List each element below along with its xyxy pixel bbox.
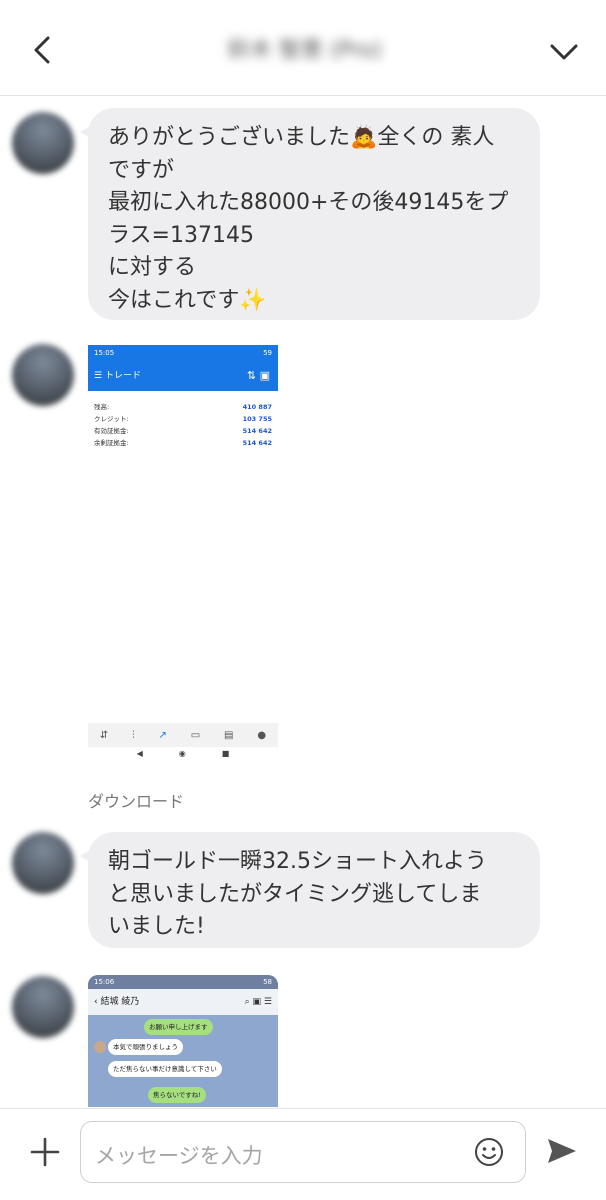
screenshot-tab-bar: ⇵ ⫶ ↗ ▭ ▤ ● [88,723,278,747]
send-icon [548,1139,576,1163]
bowing-emoji-icon: 🙇 [350,125,378,150]
message-text: ありがとうございました [108,125,351,150]
plus-button[interactable] [26,1133,64,1171]
chart-icon: ⫶ [132,729,135,741]
search-icon: ⌕ ▣ ☰ [244,997,272,1007]
status-battery: 59 [263,349,272,357]
summary-row: 余剰証拠金: 514 642 [94,437,272,449]
message-line: ラス=137145 [108,222,254,248]
message-text: 今はこれです [108,287,240,313]
screenshot-nav-bar: ◀ ◉ ■ [88,749,278,765]
message-line: いました! [108,914,205,939]
message-line: ですが [108,157,175,183]
status-time: 15:06 [94,978,115,986]
emoji-button[interactable] [473,1136,505,1168]
news-icon: ▤ [224,729,234,741]
screenshot-bubble: お願い申し上げます [144,1019,213,1035]
smile-icon [475,1138,503,1166]
download-link[interactable]: ダウンロード [88,788,184,812]
message-line: と思いましたがタイミング逃してしま [108,881,482,907]
summary-row: 残高: 410 887 [94,401,272,413]
message-composer: メッセージを入力 [0,1108,606,1200]
nav-home-icon: ◉ [178,749,186,758]
row-label: 余剰証拠金: [94,439,129,447]
message-line: に対する [108,255,197,280]
menu-button[interactable] [544,32,584,72]
message-line: 朝ゴールド一瞬32.5ショート入れよう [108,849,487,874]
bubble-tail [80,126,90,138]
history-icon: ▭ [190,729,201,741]
chat-icon: ● [257,729,267,741]
screenshot-app-bar: ☰ トレード ⇅ ▣ [88,361,278,391]
avatar[interactable] [12,344,74,406]
screenshot-title: トレード [104,371,141,381]
avatar[interactable] [12,976,74,1038]
avatar[interactable] [12,112,74,174]
back-button[interactable] [24,30,60,70]
row-value: 514 642 [242,427,272,435]
message-input-placeholder: メッセージを入力 [95,1144,263,1168]
nav-recent-icon: ■ [221,749,230,758]
row-value: 410 887 [242,403,272,411]
screenshot-status-bar: 15:05 59 [88,345,278,361]
screenshot-contact-name: 結城 綾乃 [100,997,140,1007]
status-battery: 58 [263,978,272,986]
avatar[interactable] [12,832,74,894]
sort-icon: ⇅ ▣ [246,369,270,382]
message-input[interactable]: メッセージを入力 [80,1121,526,1183]
message-text: 全くの 素人 [377,125,495,150]
chat-title: 鈴木 智恵 (Pro) [227,38,383,63]
message-line: ありがとうございました🙇全くの 素人 [108,122,518,155]
screenshot-status-bar: 15:06 58 [88,975,278,989]
chevron-left-icon [34,36,50,64]
trade-icon: ↗ [158,729,167,741]
summary-row: クレジット: 103 755 [94,413,272,425]
screenshot-bubble: ただ焦らない事だけ意識して下さい [108,1061,222,1077]
message-line: 最初に入れた88000+その後49145をプ [108,190,509,215]
screenshot-bubble: 本気で頑張りましょう [108,1039,183,1055]
image-message[interactable]: 15:06 58 ‹ 結城 綾乃 ⌕ ▣ ☰ お願い申し上げます 本気で頑張りま… [88,975,278,1107]
account-summary: 残高: 410 887 クレジット: 103 755 有効証拠金: 514 642 余… [88,391,278,449]
menu-icon: ☰ [94,371,105,381]
screenshot-chat-header: ‹ 結城 綾乃 ⌕ ▣ ☰ [88,989,278,1015]
chevron-down-icon [550,44,578,60]
send-button[interactable] [542,1131,582,1171]
status-time: 15:05 [94,349,115,357]
row-value: 103 755 [242,415,272,423]
row-label: クレジット: [94,415,129,423]
nav-back-icon: ◀ [136,749,143,758]
row-label: 有効証拠金: [94,427,129,435]
screenshot-bubble: 焦らないですね! [148,1087,206,1103]
screenshot-avatar [94,1041,106,1053]
image-message[interactable]: 15:05 59 ☰ トレード ⇅ ▣ 残高: 410 887 クレジット: 103… [88,345,278,765]
row-value: 514 642 [242,439,272,447]
row-label: 残高: [94,403,110,411]
bubble-tail [80,850,90,862]
message-line: 今はこれです✨ [108,285,518,318]
message-bubble[interactable]: ありがとうございました🙇全くの 素人 ですが 最初に入れた88000+その後49… [80,108,540,320]
sparkles-emoji-icon: ✨ [239,287,267,313]
message-bubble[interactable]: 朝ゴールド一瞬32.5ショート入れよう と思いましたがタイミング逃してしま いま… [80,832,540,948]
plus-icon [30,1137,60,1167]
quotes-icon: ⇵ [99,729,109,741]
chat-header: 鈴木 智恵 (Pro) [0,0,606,96]
summary-row: 有効証拠金: 514 642 [94,425,272,437]
